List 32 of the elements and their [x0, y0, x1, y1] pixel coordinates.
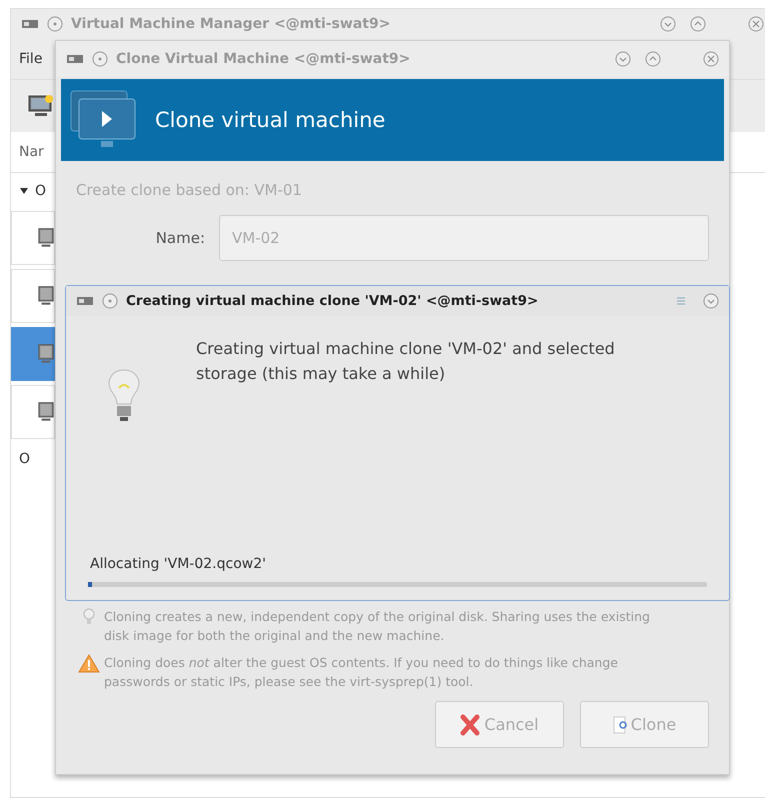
app-icon: [21, 18, 39, 30]
connection-label[interactable]: O: [35, 183, 46, 199]
note-text: Cloning does not alter the guest OS contents. If you need to do things like change passwords or static IPs, please see the virt-sysprep(1) tool.: [104, 654, 619, 691]
window-title: Virtual Machine Manager <@mti-swat9>: [71, 16, 390, 32]
maximize-button[interactable]: [645, 51, 661, 67]
new-vm-icon[interactable]: [27, 93, 55, 119]
app-icon: [66, 53, 84, 65]
window-title: Clone Virtual Machine <@mti-swat9>: [116, 51, 410, 67]
minimize-button[interactable]: [703, 293, 719, 309]
maximize-button[interactable]: [690, 16, 706, 32]
connection-label[interactable]: O: [19, 451, 30, 467]
window-menu-icon[interactable]: [102, 293, 118, 309]
cross-icon: [460, 714, 480, 736]
app-icon: [76, 295, 94, 307]
window-title: Creating virtual machine clone 'VM-02' <@mti-swat9>: [126, 293, 538, 309]
document-icon: [612, 714, 627, 734]
minimize-button[interactable]: [660, 16, 676, 32]
note-text: Cloning creates a new, independent copy of the original disk. Sharing uses the existing disk image for both the original and the new machine.: [104, 608, 651, 645]
vm-row[interactable]: [11, 327, 55, 381]
warning-icon: [78, 653, 100, 673]
expander-icon[interactable]: [19, 186, 29, 196]
close-button[interactable]: [703, 51, 719, 67]
window-menu-icon[interactable]: [47, 16, 63, 32]
progress-status: Allocating 'VM-02.qcow2': [89, 555, 267, 572]
dialog-heading: Clone virtual machine: [155, 108, 386, 132]
source-label: Create clone based on: VM-01: [75, 180, 303, 199]
minimize-button[interactable]: [615, 51, 631, 67]
name-label: Name:: [154, 229, 205, 247]
progress-message: Creating virtual machine clone 'VM-02' and selected storage (this may take a while): [196, 338, 616, 385]
menu-item[interactable]: File: [19, 51, 42, 67]
window-menu-icon[interactable]: [92, 51, 108, 67]
close-button[interactable]: [748, 16, 764, 32]
